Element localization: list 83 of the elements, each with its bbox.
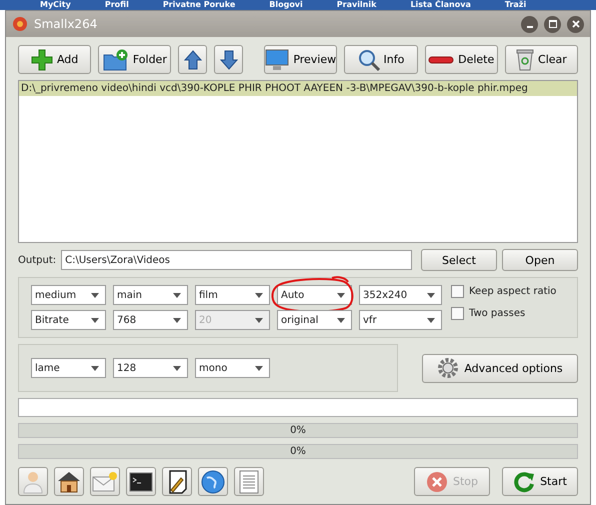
minimize-button[interactable]	[521, 16, 538, 32]
menu-item[interactable]: MyCity	[40, 0, 71, 10]
menu-item[interactable]: Pravilnik	[336, 0, 376, 10]
dropdown[interactable]: main	[113, 285, 188, 305]
progress-text: 0%	[290, 425, 306, 436]
maximize-icon	[548, 20, 556, 28]
app-logo-icon	[12, 16, 28, 32]
dropdown-caret-icon	[255, 366, 263, 370]
folder-icon	[102, 48, 129, 70]
dropdown[interactable]: medium	[31, 285, 106, 305]
house-icon	[57, 470, 81, 492]
minus-icon	[428, 54, 454, 64]
dropdown-caret-icon	[173, 366, 181, 370]
menu-item[interactable]: Traži	[504, 0, 526, 10]
terminal-icon	[129, 472, 153, 492]
terminal-button[interactable]	[126, 467, 156, 496]
info-button[interactable]: Info	[344, 45, 418, 74]
dropdown[interactable]: mono	[195, 358, 270, 378]
down-button[interactable]	[214, 45, 244, 74]
dropdown-caret-icon	[91, 366, 99, 370]
person-icon	[22, 470, 44, 494]
maximize-button[interactable]	[544, 16, 561, 32]
down-arrow-icon	[220, 50, 238, 70]
progress-text: 0%	[290, 446, 306, 457]
globe-button[interactable]	[198, 467, 228, 496]
mail-button[interactable]	[90, 467, 120, 496]
folder-button[interactable]: Folder	[98, 45, 172, 74]
delete-button[interactable]: Delete	[424, 45, 498, 74]
monitor-icon	[265, 48, 290, 70]
dropdown[interactable]: lame	[31, 358, 106, 378]
up-button[interactable]	[178, 45, 208, 74]
dropdown[interactable]: 768	[113, 310, 188, 330]
checkbox[interactable]	[451, 285, 464, 298]
note-button[interactable]	[162, 467, 192, 496]
window-title: Smallx264	[34, 17, 98, 31]
dropdown-caret-icon	[427, 318, 435, 322]
menu-item[interactable]: Profil	[104, 0, 129, 10]
user-button[interactable]	[18, 467, 48, 496]
dropdown[interactable]: Bitrate	[31, 310, 106, 330]
select-button[interactable]: Select	[421, 249, 497, 271]
dropdown-caret-icon	[427, 292, 435, 298]
dropdown-caret-icon	[337, 318, 345, 322]
trash-icon	[516, 48, 534, 70]
clear-button[interactable]: Clear	[504, 45, 578, 74]
checkbox-label: Keep aspect ratio	[469, 286, 556, 297]
dropdown-caret-icon	[91, 292, 99, 298]
plus-icon	[30, 48, 53, 70]
file-row[interactable]: D:\_privremeno video\hindi vcd\390-KOPLE PHIR PHOOT AAYEEN -3-B\MPEGAV\390-b-kople phir.mpeg	[19, 81, 577, 96]
cancel-icon	[426, 470, 448, 492]
home-button[interactable]	[54, 467, 84, 496]
magnifier-icon	[358, 48, 380, 70]
menu-item[interactable]: Blogovi	[269, 0, 303, 10]
start-button[interactable]: Start	[502, 467, 578, 496]
document-button[interactable]	[234, 467, 264, 496]
dropdown-caret-icon	[91, 318, 99, 322]
open-button[interactable]: Open	[502, 249, 578, 271]
dropdown[interactable]: film	[195, 285, 270, 305]
add-button[interactable]: Add	[18, 45, 92, 74]
close-button[interactable]	[567, 16, 584, 32]
checkbox[interactable]	[451, 307, 464, 320]
dropdown-caret-icon	[255, 318, 263, 322]
dropdown-caret-icon	[337, 292, 345, 298]
dropdown[interactable]: original	[277, 310, 352, 330]
dropdown-caret-icon	[173, 318, 181, 322]
dropdown[interactable]: 352x240	[359, 285, 442, 305]
gear-icon	[437, 357, 460, 379]
dropdown[interactable]: Auto	[277, 285, 352, 305]
dropdown[interactable]: 128	[113, 358, 188, 378]
menu-item[interactable]: Privatne Poruke	[162, 0, 236, 10]
refresh-icon	[513, 470, 536, 492]
output-field[interactable]: C:\Users\Zora\Videos	[61, 250, 412, 270]
close-icon	[572, 20, 580, 28]
up-arrow-icon	[184, 50, 202, 70]
dropdown-caret-icon	[255, 292, 263, 298]
dropdown[interactable]: vfr	[359, 310, 442, 330]
preview-button[interactable]: Preview	[264, 45, 338, 74]
globe-icon	[201, 470, 225, 494]
checkbox-label: Two passes	[469, 308, 526, 319]
output-label: Output:	[18, 254, 56, 266]
document-icon	[239, 470, 259, 494]
dropdown-caret-icon	[173, 292, 181, 298]
advanced-options-button[interactable]: Advanced options	[422, 354, 578, 382]
envelope-icon	[92, 470, 118, 492]
